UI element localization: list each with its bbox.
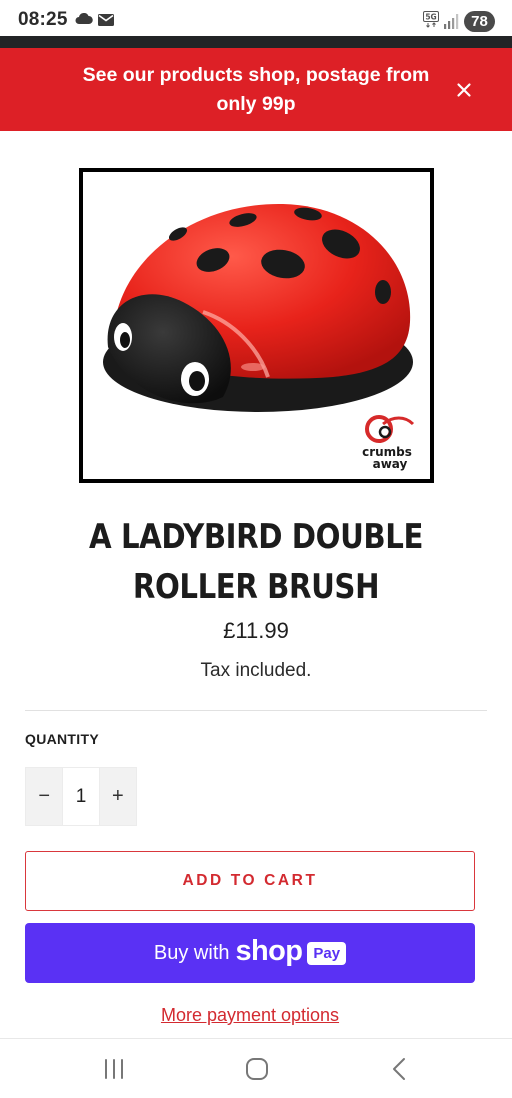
mail-icon	[98, 14, 114, 26]
add-to-cart-button[interactable]: ADD TO CART	[25, 851, 475, 911]
tax-note: Tax included.	[200, 660, 312, 681]
back-icon[interactable]	[390, 1057, 410, 1081]
quantity-input[interactable]: 1	[62, 768, 100, 825]
more-payment-options-link[interactable]: More payment options	[0, 1005, 500, 1026]
network-label: 5G	[425, 13, 436, 22]
5g-icon: 5G	[423, 11, 439, 28]
logo-line-2: away	[373, 457, 408, 471]
recent-apps-icon[interactable]	[102, 1059, 126, 1079]
shop-pay-badge: Pay	[307, 941, 347, 965]
product-title: A LADYBIRD DOUBLE ROLLER BRUSH	[89, 517, 423, 607]
crumbs-away-logo: crumbs away	[362, 415, 415, 471]
divider	[25, 710, 487, 711]
quantity-label: QUANTITY	[25, 731, 99, 747]
battery-indicator: 78	[464, 11, 495, 32]
ladybird-brush-illustration: crumbs away	[103, 203, 415, 471]
product-image[interactable]: crumbs away	[79, 168, 434, 483]
quantity-decrement-button[interactable]: −	[26, 768, 62, 825]
status-time: 08:25	[18, 9, 68, 30]
announcement-bar: See our products shop, postage from only…	[0, 48, 512, 131]
cloud-icon	[75, 13, 93, 24]
shop-pay-button[interactable]: Buy with shop Pay	[25, 923, 475, 983]
home-icon[interactable]	[245, 1057, 269, 1081]
navigation-bar	[0, 1038, 512, 1098]
quantity-increment-button[interactable]: +	[100, 768, 136, 825]
quantity-stepper: − 1 +	[25, 767, 137, 826]
close-icon[interactable]	[452, 78, 476, 102]
product-price: £11.99	[223, 618, 289, 643]
signal-icon	[444, 14, 459, 29]
shop-pay-prefix: Buy with	[153, 941, 230, 964]
shop-pay-logo: shop	[235, 935, 303, 967]
announcement-text[interactable]: See our products shop, postage from only…	[70, 61, 442, 119]
status-bar: 08:25 5G 78	[0, 0, 512, 36]
header-strip	[0, 36, 512, 48]
